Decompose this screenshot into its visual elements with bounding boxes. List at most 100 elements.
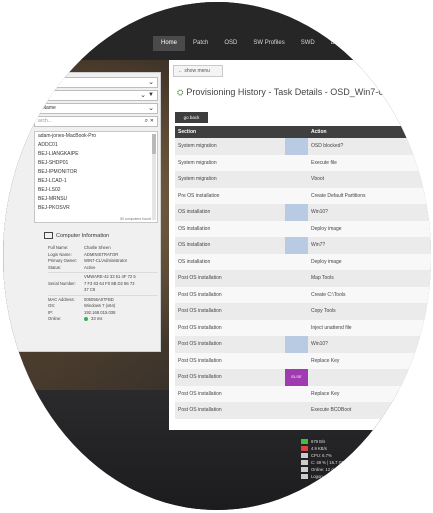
section-cell: Post OS installation <box>178 324 222 331</box>
info-key: Online: <box>48 316 62 321</box>
table-row[interactable]: System migration OSD blocked? <box>175 138 431 155</box>
badge-cell <box>285 221 308 238</box>
stat-row: C: 48 % | 16.7 GB free <box>301 459 411 466</box>
action-cell: Deploy image <box>311 225 342 232</box>
nav-item-dashboard[interactable]: Dashboard <box>323 36 368 51</box>
download-arrow-icon <box>301 439 308 444</box>
action-cell: OSD blocked? <box>311 143 344 149</box>
table-row[interactable]: System migration Execute file <box>175 154 431 171</box>
disk-icon <box>301 460 308 465</box>
table-row[interactable]: OS installation Win7? <box>175 237 431 254</box>
list-item[interactable]: ADDC01 <box>35 141 157 150</box>
condition-badge: ELSE <box>285 369 308 386</box>
page-title-text: Provisioning History - Task Details - OS… <box>186 87 431 97</box>
action-cell: Vboot <box>311 176 325 182</box>
list-item[interactable]: BEJ-LCAD-1 <box>35 177 157 186</box>
list-item[interactable]: adam-jones-MacBook-Pro <box>35 132 157 141</box>
stat-text: 4.9 KB/s <box>311 446 327 451</box>
table-row[interactable]: Post OS installation ELSE <box>175 369 431 386</box>
action-column-header[interactable]: Action <box>308 126 431 138</box>
table-row[interactable]: Post OS installation Create C:\Tools <box>175 286 431 304</box>
info-row: 37 C8 <box>48 287 158 294</box>
table-row[interactable]: Post OS installation Replace Key <box>175 385 431 402</box>
section-cell: System migration <box>178 159 217 166</box>
condition-badge <box>285 138 308 155</box>
table-row[interactable]: Pre OS installation Create Default Partit… <box>175 187 431 205</box>
sort-select-value: erName <box>38 105 56 111</box>
computers-found-count: 50 computers found <box>120 217 151 221</box>
list-item[interactable]: BEJ-PKOSVR <box>35 204 157 213</box>
show-menu-button[interactable]: ← show menu <box>173 65 223 77</box>
scope-select[interactable]: ⌄ <box>34 77 158 88</box>
go-back-button[interactable]: go back <box>175 112 208 123</box>
nav-item-osd[interactable]: OSD <box>216 36 245 51</box>
badge-cell <box>285 270 308 287</box>
table-row[interactable]: Post OS installation Win10? <box>175 336 431 353</box>
scrollbar-thumb[interactable] <box>152 134 156 154</box>
computer-list-scrollbar[interactable] <box>152 134 156 220</box>
nav-item-patch[interactable]: Patch <box>185 36 216 51</box>
list-item[interactable]: BEJ-LIANGKAIPE <box>35 150 157 159</box>
chevron-down-icon: ⌄ <box>148 79 154 86</box>
action-cell: Copy Tools <box>311 308 336 314</box>
condition-badge <box>285 237 308 254</box>
filter-icon[interactable]: ▼ <box>148 91 154 100</box>
table-row[interactable]: Post OS installation Replace Key <box>175 352 431 369</box>
group-select[interactable]: ⌄ ▼ <box>34 90 158 101</box>
table-row[interactable]: OS installation Deploy image <box>175 220 431 238</box>
info-value: Active <box>84 264 96 270</box>
table-row[interactable]: System migration Vboot <box>175 171 431 188</box>
grid-header: Section Action <box>175 126 431 138</box>
info-row: Status: Active <box>48 265 158 272</box>
computer-icon <box>44 232 53 239</box>
action-cell: Replace Key <box>311 390 340 397</box>
search-icon[interactable]: ⌕ <box>145 117 148 126</box>
action-cell: Execute file <box>311 159 337 166</box>
nav-item-sw-profiles[interactable]: SW Profiles <box>245 36 292 51</box>
nav-item-home[interactable]: Home <box>153 36 186 51</box>
computer-list: adam-jones-MacBook-Pro ADDC01 BEJ-LIANGKAI… <box>34 131 158 223</box>
info-key: Status: <box>48 264 62 270</box>
section-cell: OS installation <box>178 242 211 248</box>
stat-text: 679 B/s <box>311 439 326 444</box>
table-row[interactable]: Post OS installation Map Tools <box>175 270 431 287</box>
list-item[interactable]: BEJ-IPMONITOR <box>35 168 157 177</box>
table-row[interactable]: Post OS installation Inject unattend file <box>175 319 431 336</box>
action-cell: Create C:\Tools <box>311 291 346 298</box>
user-icon <box>301 474 308 479</box>
clock-icon <box>301 467 308 472</box>
table-row[interactable]: OS installation Deploy image <box>175 253 431 270</box>
stat-text: CPU: 6.7% <box>311 453 332 458</box>
computer-info-title: Computer Information <box>56 233 110 239</box>
page-title: ⛭ Provisioning History - Task Details - O… <box>177 87 431 98</box>
info-row: Online: 33 ms <box>48 316 158 323</box>
task-details-panel: ← show menu ⛭ Provisioning History - Task… <box>169 60 431 430</box>
section-column-header[interactable]: Section <box>175 126 308 138</box>
nav-items: Home Patch OSD SW Profiles SWD Dashboard Add D… <box>153 36 415 51</box>
section-cell: Post OS installation <box>178 341 222 347</box>
sort-select[interactable]: erName ⌄ <box>34 103 158 114</box>
computer-search-input[interactable]: arch... ⌕ ✕ <box>34 116 158 127</box>
table-row[interactable]: Post OS installation Execute BCDBoot <box>175 402 431 419</box>
screenshot-viewport: Home Patch OSD SW Profiles SWD Dashboard Add D… <box>3 2 431 510</box>
badge-cell <box>285 188 308 205</box>
upload-arrow-icon <box>301 446 308 451</box>
badge-cell <box>285 287 308 304</box>
stat-row: 4.9 KB/s <box>301 445 411 452</box>
action-cell: Replace Key <box>311 357 340 364</box>
table-row[interactable]: OS installation Win10? <box>175 204 431 221</box>
system-stats-overlay: 679 B/s 4.9 KB/s CPU: 6.7% C: 48 % | 16.7 G… <box>301 438 411 480</box>
stat-row: CPU: 6.7% <box>301 452 411 459</box>
clear-search-icon[interactable]: ✕ <box>150 117 154 126</box>
nav-item-swd[interactable]: SWD <box>293 36 323 51</box>
section-cell: OS installation <box>178 258 211 265</box>
stat-row: Online: 12 days <box>301 466 411 473</box>
action-cell: Inject unattend file <box>311 324 352 331</box>
list-item[interactable]: BEJ-MRNSU <box>35 195 157 204</box>
table-row[interactable]: Post OS installation Copy Tools <box>175 303 431 320</box>
nav-item-add-device[interactable]: Add Device <box>368 36 415 51</box>
list-item[interactable]: BEJ-LS02 <box>35 186 157 195</box>
section-cell: OS installation <box>178 209 211 215</box>
info-value: 33 ms <box>84 316 158 323</box>
list-item[interactable]: BEJ-SHDP01 <box>35 159 157 168</box>
